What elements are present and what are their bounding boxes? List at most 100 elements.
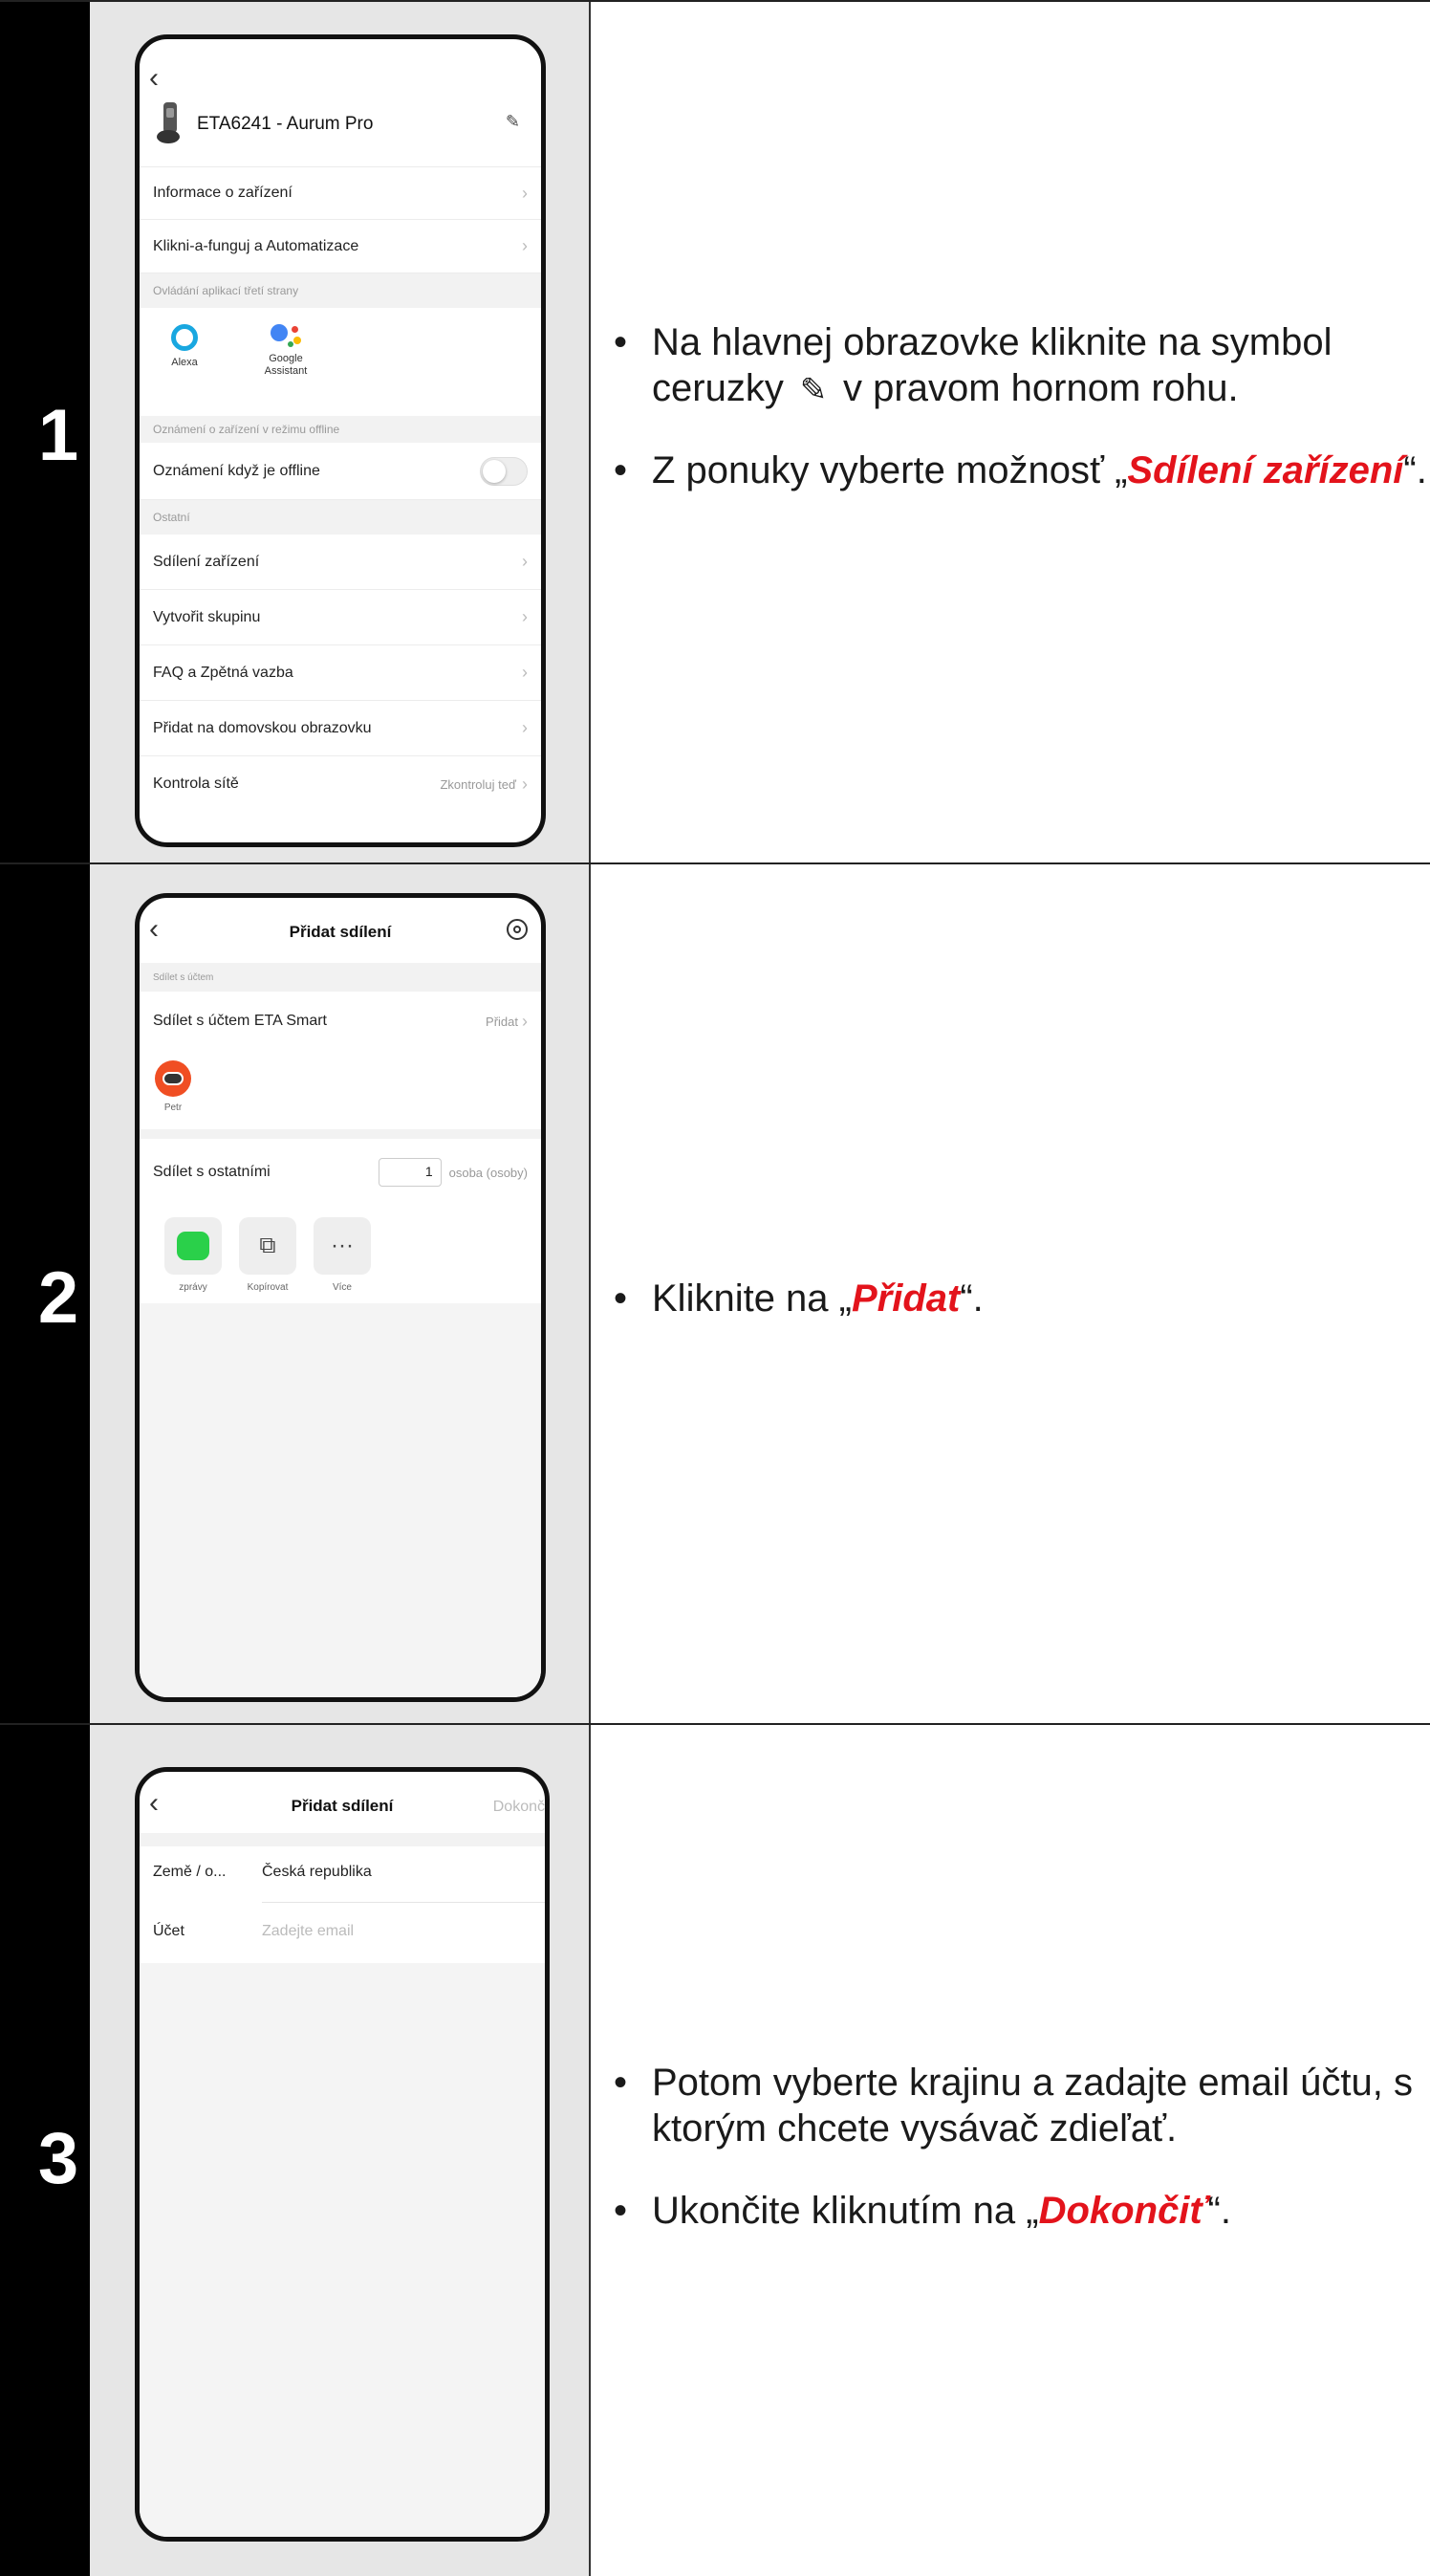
- account-label: Účet: [153, 1923, 184, 1939]
- empty-area: [140, 1963, 545, 2537]
- instruction-column: • Potom vyberte krajinu a zadajte email …: [591, 1725, 1430, 2576]
- instruction-item: • Z ponuky vyberte možnosť „Sdílení zaří…: [614, 448, 1430, 493]
- add-link[interactable]: Přidat: [486, 1015, 518, 1029]
- user-avatar[interactable]: [155, 1060, 191, 1097]
- step-row-3: 3 ‹ Přidat sdílení Dokonč Země / o... Če…: [0, 1723, 1430, 2576]
- more-icon: ···: [314, 1217, 371, 1275]
- chevron-right-icon: ›: [522, 236, 528, 255]
- alexa-option[interactable]: Alexa: [162, 318, 206, 368]
- google-assistant-icon: [267, 318, 305, 353]
- section-header-offline: Oznámení o zařízení v režimu offline: [140, 416, 541, 443]
- menu-item-device-info[interactable]: Informace o zařízení ›: [140, 166, 541, 220]
- user-name: Petr: [163, 1102, 183, 1113]
- empty-area: [140, 1303, 541, 1697]
- instruction-item: • Na hlavnej obrazovke kliknite na symbo…: [614, 319, 1430, 411]
- menu-item-network-check[interactable]: Kontrola sítě Zkontroluj teď ›: [140, 756, 541, 812]
- share-with-account-row[interactable]: Sdílet s účtem ETA Smart Přidat ›: [140, 992, 541, 1051]
- chevron-right-icon: ›: [522, 183, 528, 203]
- google-assistant-option[interactable]: Google Assistant: [252, 318, 319, 377]
- menu-item-label: Informace o zařízení: [153, 185, 292, 201]
- chevron-right-icon: ›: [522, 774, 528, 794]
- share-app-label: Kopírovat: [247, 1282, 289, 1293]
- persons-count-input[interactable]: 1: [378, 1158, 442, 1187]
- share-others-label: Sdílet s ostatními: [153, 1164, 271, 1180]
- menu-item-label: Klikni-a-funguj a Automatizace: [153, 237, 359, 254]
- persons-unit: osoba (osoby): [448, 1165, 528, 1180]
- phone-screen-add-sharing: ‹ Přidat sdílení Sdílet s účtem Sdílet s…: [135, 893, 546, 1702]
- screenshot-column: ‹ ETA6241 - Aurum Pro ✎ Informace o zaří…: [90, 2, 591, 864]
- instruction-text-part: Kliknite na „: [652, 1277, 852, 1320]
- divider: [262, 1902, 545, 1903]
- message-icon: [177, 1232, 209, 1260]
- menu-item-faq[interactable]: FAQ a Zpětná vazba ›: [140, 645, 541, 701]
- back-icon[interactable]: ‹: [149, 62, 159, 95]
- screen-title: Přidat sdílení: [291, 1797, 394, 1815]
- step-number-column: 3: [0, 1725, 90, 2576]
- share-app-label: zprávy: [179, 1282, 207, 1293]
- robot-vacuum-icon: [157, 100, 182, 144]
- share-account-label: Sdílet s účtem ETA Smart: [153, 1013, 327, 1029]
- menu-item-label: Přidat na domovskou obrazovku: [153, 719, 372, 736]
- device-name: ETA6241 - Aurum Pro: [197, 114, 374, 134]
- network-check-action[interactable]: Zkontroluj teď: [440, 777, 516, 792]
- instruction-text: Potom vyberte krajinu a zadajte email úč…: [652, 2062, 1413, 2150]
- email-field[interactable]: Zadejte email: [262, 1923, 354, 1940]
- chevron-right-icon: ›: [522, 663, 528, 682]
- instruction-text: Ukončite kliknutím na „Dokončiť“.: [652, 2188, 1231, 2234]
- phone-screen-add-sharing-form: ‹ Přidat sdílení Dokonč Země / o... Česk…: [135, 1767, 550, 2542]
- instruction-text: Na hlavnej obrazovke kliknite na symbol …: [652, 319, 1430, 411]
- offline-toggle[interactable]: [480, 456, 528, 486]
- country-select[interactable]: Česká republika: [262, 1864, 372, 1881]
- menu-item-automation[interactable]: Klikni-a-funguj a Automatizace ›: [140, 220, 541, 273]
- chevron-right-icon: ›: [522, 552, 528, 571]
- share-app-messages[interactable]: zprávy: [164, 1217, 222, 1293]
- instruction-item: • Kliknite na „Přidat“.: [614, 1276, 1430, 1321]
- menu-item-create-group[interactable]: Vytvořit skupinu ›: [140, 590, 541, 645]
- section-header-third-party: Ovládání aplikací třetí strany: [140, 273, 541, 308]
- instruction-text: Z ponuky vyberte možnosť „Sdílení zaříze…: [652, 448, 1427, 493]
- phone-screen-device-settings: ‹ ETA6241 - Aurum Pro ✎ Informace o zaří…: [135, 34, 546, 847]
- settings-icon[interactable]: [507, 919, 528, 940]
- instruction-column: • Kliknite na „Přidat“.: [591, 864, 1430, 1723]
- chevron-right-icon: ›: [522, 718, 528, 737]
- instruction-text-part: Ukončite kliknutím na „: [652, 2190, 1039, 2232]
- google-assistant-label: Google Assistant: [264, 353, 308, 377]
- share-app-more[interactable]: ··· Více: [314, 1217, 371, 1293]
- bullet-icon: •: [614, 2062, 628, 2104]
- menu-item-add-home-screen[interactable]: Přidat na domovskou obrazovku ›: [140, 701, 541, 756]
- instruction-list: • Potom vyberte krajinu a zadajte email …: [614, 2060, 1430, 2270]
- divider: [140, 1129, 541, 1139]
- offline-toggle-label: Oznámení když je offline: [153, 462, 320, 479]
- highlight-text: Přidat: [851, 1277, 961, 1320]
- section-header-other: Ostatní: [140, 500, 541, 535]
- pencil-icon[interactable]: ✎: [506, 112, 520, 132]
- instruction-list: • Kliknite na „Přidat“.: [614, 1276, 1430, 1358]
- menu-item-label: FAQ a Zpětná vazba: [153, 664, 293, 681]
- bullet-icon: •: [614, 2190, 628, 2232]
- step-number-column: 1: [0, 2, 90, 864]
- chevron-right-icon: ›: [522, 1011, 528, 1031]
- highlight-text: Sdílení zařízení: [1127, 449, 1404, 491]
- done-button[interactable]: Dokonč: [493, 1799, 545, 1816]
- alexa-icon: [171, 324, 198, 351]
- instruction-list: • Na hlavnej obrazovke kliknite na symbo…: [614, 319, 1430, 530]
- menu-item-share-device[interactable]: Sdílení zařízení ›: [140, 535, 541, 590]
- divider: [140, 1833, 545, 1846]
- instruction-text: Kliknite na „Přidat“.: [652, 1276, 984, 1321]
- offline-notification-row: Oznámení když je offline: [140, 443, 541, 500]
- copy-icon: ⧉: [239, 1217, 296, 1275]
- menu-item-label: Vytvořit skupinu: [153, 608, 261, 625]
- screenshot-column: ‹ Přidat sdílení Dokonč Země / o... Česk…: [90, 1725, 591, 2576]
- country-label: Země / o...: [153, 1864, 227, 1880]
- instruction-item: • Potom vyberte krajinu a zadajte email …: [614, 2060, 1430, 2151]
- instruction-text-part: Z ponuky vyberte možnosť „: [652, 449, 1128, 491]
- instruction-column: • Na hlavnej obrazovke kliknite na symbo…: [591, 2, 1430, 864]
- menu-item-label: Sdílení zařízení: [153, 553, 260, 570]
- instruction-text-part: v pravom hornom rohu.: [832, 367, 1239, 409]
- instruction-text-part: “.: [1403, 449, 1427, 491]
- share-app-copy[interactable]: ⧉ Kopírovat: [239, 1217, 296, 1293]
- instruction-text-part: “.: [1207, 2190, 1231, 2232]
- section-header-account: Sdílet s účtem: [140, 963, 541, 992]
- share-app-label: Více: [332, 1282, 352, 1293]
- step-row-2: 2 ‹ Přidat sdílení Sdílet s účtem Sdílet…: [0, 862, 1430, 1723]
